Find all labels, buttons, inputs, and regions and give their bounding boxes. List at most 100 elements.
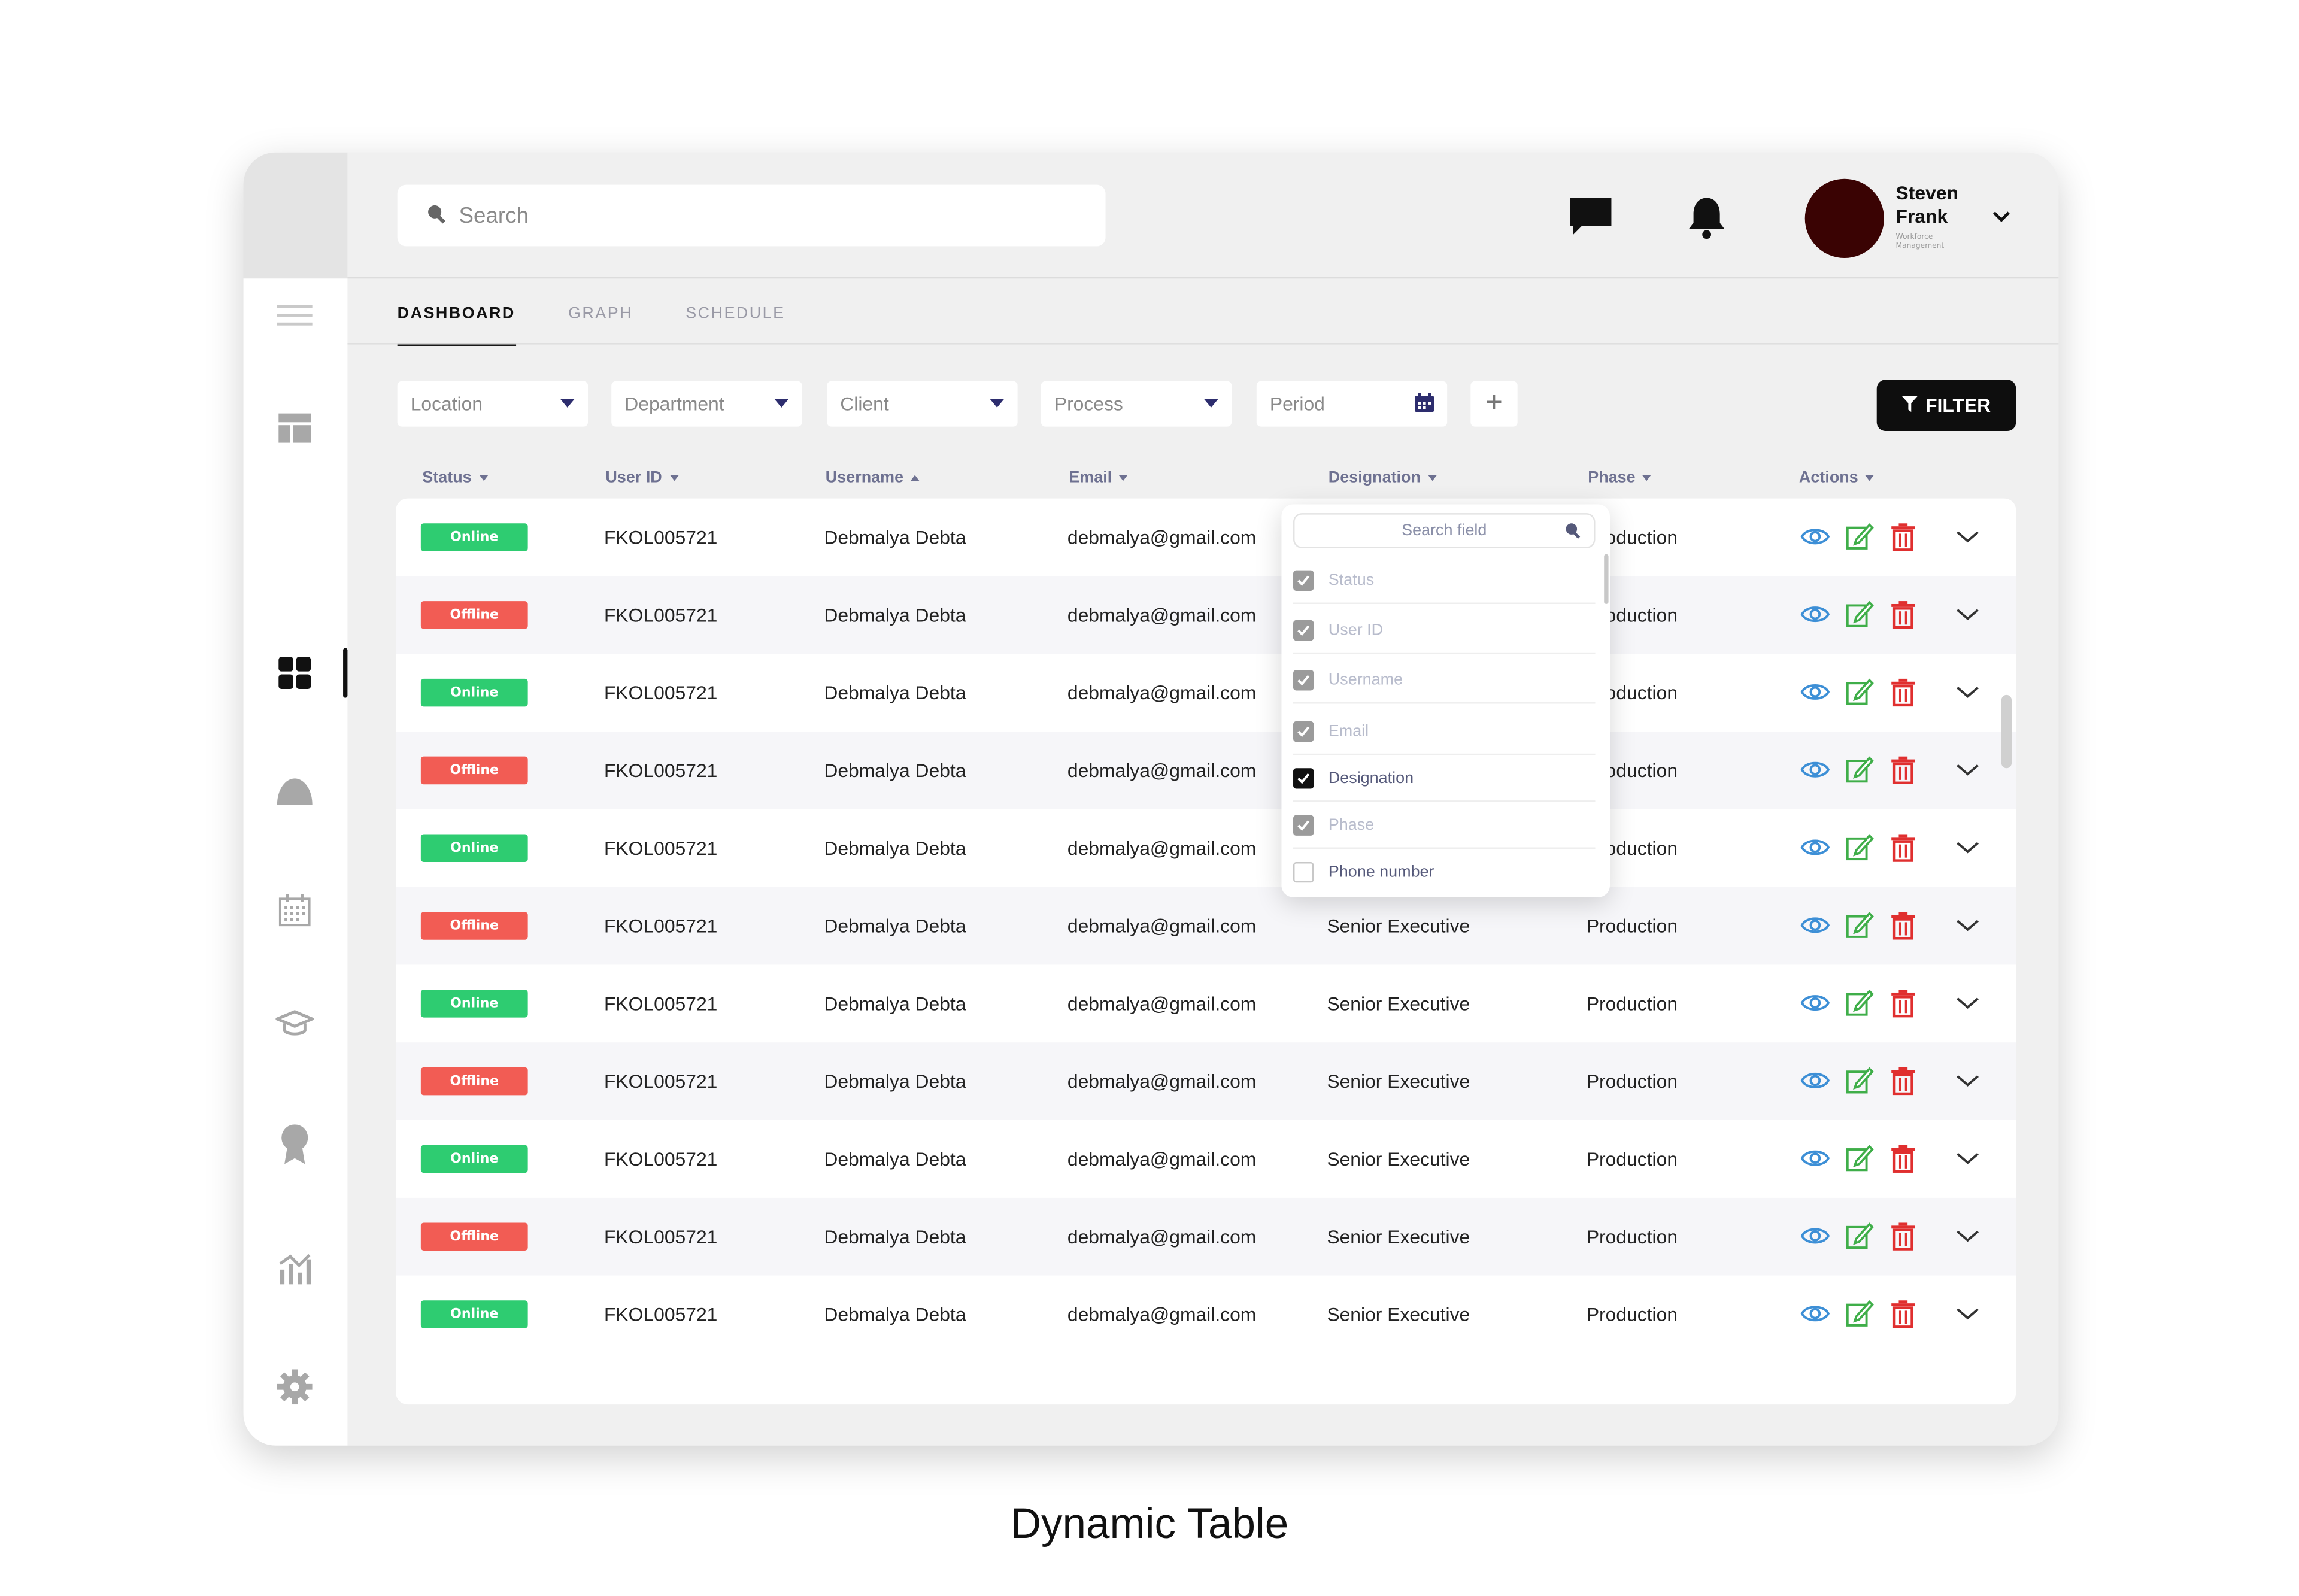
eye-icon[interactable] <box>1800 988 1830 1018</box>
chevron-down-icon[interactable] <box>1953 677 1982 706</box>
period-picker[interactable]: Period <box>1256 381 1448 427</box>
trash-icon[interactable] <box>1888 1299 1918 1328</box>
eye-icon[interactable] <box>1800 677 1830 706</box>
trash-icon[interactable] <box>1888 1143 1918 1173</box>
trash-icon[interactable] <box>1888 911 1918 940</box>
chevron-down-icon[interactable] <box>1953 1221 1982 1251</box>
checkbox[interactable] <box>1293 862 1314 883</box>
location-select[interactable]: Location <box>397 381 589 427</box>
edit-icon[interactable] <box>1845 600 1874 629</box>
checkbox[interactable] <box>1293 814 1314 835</box>
trash-icon[interactable] <box>1888 1221 1918 1251</box>
table-row[interactable]: Offline FKOL005721 Debmalya Debta debmalya@… <box>396 887 2016 965</box>
trash-icon[interactable] <box>1888 1066 1918 1096</box>
edit-icon[interactable] <box>1845 677 1874 706</box>
checkbox[interactable] <box>1293 569 1314 590</box>
column-option[interactable]: Status <box>1293 557 1596 604</box>
edit-icon[interactable] <box>1845 1221 1874 1251</box>
table-row[interactable]: Online FKOL005721 Debmalya Debta debmalya@g… <box>396 1120 2016 1198</box>
eye-icon[interactable] <box>1800 1143 1830 1173</box>
table-row[interactable]: Online FKOL005721 Debmalya Debta debmalya@g… <box>396 654 2016 732</box>
layout-icon[interactable] <box>273 406 317 450</box>
table-row[interactable]: Online FKOL005721 Debmalya Debta debmalya@g… <box>396 809 2016 887</box>
trash-icon[interactable] <box>1888 755 1918 784</box>
column-option[interactable]: Phase <box>1293 802 1596 849</box>
chevron-down-icon[interactable] <box>1953 988 1982 1018</box>
checkbox[interactable] <box>1293 767 1314 788</box>
trash-icon[interactable] <box>1888 988 1918 1018</box>
chevron-down-icon[interactable] <box>1953 833 1982 862</box>
eye-icon[interactable] <box>1800 833 1830 862</box>
chevron-down-icon[interactable] <box>1953 1143 1982 1173</box>
bell-icon[interactable] <box>1683 193 1730 240</box>
filter-button[interactable]: FILTER <box>1876 380 2016 432</box>
chevron-down-icon[interactable] <box>1953 1299 1982 1328</box>
eye-icon[interactable] <box>1800 911 1830 940</box>
edit-icon[interactable] <box>1845 988 1874 1018</box>
chevron-down-icon[interactable] <box>1953 522 1982 551</box>
chevron-down-icon[interactable] <box>1953 600 1982 629</box>
dashboard-icon[interactable] <box>273 651 317 694</box>
tab-schedule[interactable]: SCHEDULE <box>686 305 785 346</box>
column-header-user-id[interactable]: User ID <box>605 469 678 487</box>
tab-dashboard[interactable]: DASHBOARD <box>397 305 515 346</box>
avatar[interactable] <box>1804 178 1884 259</box>
table-row[interactable]: Offline FKOL005721 Debmalya Debta debmalya@… <box>396 1042 2016 1121</box>
tab-graph[interactable]: GRAPH <box>568 305 633 346</box>
chevron-down-icon[interactable] <box>1953 911 1982 940</box>
settings-icon[interactable] <box>273 1365 317 1409</box>
edit-icon[interactable] <box>1845 1143 1874 1173</box>
dropdown-scrollbar[interactable] <box>1604 554 1609 604</box>
edit-icon[interactable] <box>1845 522 1874 551</box>
column-option[interactable]: Username <box>1293 657 1596 704</box>
column-header-designation[interactable]: Designation <box>1329 469 1437 487</box>
trash-icon[interactable] <box>1888 833 1918 862</box>
column-header-username[interactable]: Username <box>826 469 920 487</box>
eye-icon[interactable] <box>1800 1221 1830 1251</box>
search-input[interactable]: Search <box>397 184 1106 247</box>
department-select[interactable]: Department <box>611 381 802 427</box>
eye-icon[interactable] <box>1800 600 1830 629</box>
column-header-actions[interactable]: Actions <box>1799 469 1875 487</box>
table-row[interactable]: Online FKOL005721 Debmalya Debta debmalya@g… <box>396 499 2016 576</box>
chevron-down-icon[interactable] <box>1989 205 2013 229</box>
eye-icon[interactable] <box>1800 1066 1830 1095</box>
column-search-field[interactable]: Search field <box>1293 513 1596 548</box>
edit-icon[interactable] <box>1845 1299 1874 1328</box>
edit-icon[interactable] <box>1845 1066 1874 1095</box>
column-header-phase[interactable]: Phase <box>1588 469 1652 487</box>
client-select[interactable]: Client <box>827 381 1018 427</box>
checkbox[interactable] <box>1293 720 1314 741</box>
trash-icon[interactable] <box>1888 522 1918 551</box>
column-option[interactable]: User ID <box>1293 607 1596 654</box>
table-row[interactable]: Online FKOL005721 Debmalya Debta debmalya@g… <box>396 1276 2016 1354</box>
eye-icon[interactable] <box>1800 755 1830 784</box>
table-row[interactable]: Offline FKOL005721 Debmalya Debta debmalya@… <box>396 576 2016 654</box>
calendar-icon[interactable] <box>273 888 317 932</box>
checkbox[interactable] <box>1293 619 1314 640</box>
column-option[interactable]: Designation <box>1293 755 1596 802</box>
process-select[interactable]: Process <box>1041 381 1232 427</box>
menu-icon[interactable] <box>273 293 317 337</box>
table-row[interactable]: Offline FKOL005721 Debmalya Debta debmalya@… <box>396 732 2016 809</box>
edit-icon[interactable] <box>1845 833 1874 862</box>
eye-icon[interactable] <box>1800 522 1830 551</box>
trash-icon[interactable] <box>1888 600 1918 629</box>
cloud-icon[interactable] <box>273 770 317 814</box>
column-header-status[interactable]: Status <box>422 469 488 487</box>
graduation-icon[interactable] <box>273 1002 317 1045</box>
table-scrollbar[interactable] <box>2001 694 2012 769</box>
checkbox[interactable] <box>1293 669 1314 690</box>
eye-icon[interactable] <box>1800 1299 1830 1328</box>
trash-icon[interactable] <box>1888 677 1918 707</box>
column-option[interactable]: Phone number <box>1293 849 1595 896</box>
table-row[interactable]: Offline FKOL005721 Debmalya Debta debmalya@… <box>396 1197 2016 1276</box>
chevron-down-icon[interactable] <box>1953 755 1982 784</box>
table-row[interactable]: Online FKOL005721 Debmalya Debta debmalya@g… <box>396 964 2016 1042</box>
analytics-icon[interactable] <box>273 1248 317 1291</box>
column-option[interactable]: Email <box>1293 708 1596 755</box>
add-filter-button[interactable]: + <box>1470 381 1518 427</box>
column-header-email[interactable]: Email <box>1069 469 1129 487</box>
chevron-down-icon[interactable] <box>1953 1066 1982 1095</box>
edit-icon[interactable] <box>1845 911 1874 940</box>
